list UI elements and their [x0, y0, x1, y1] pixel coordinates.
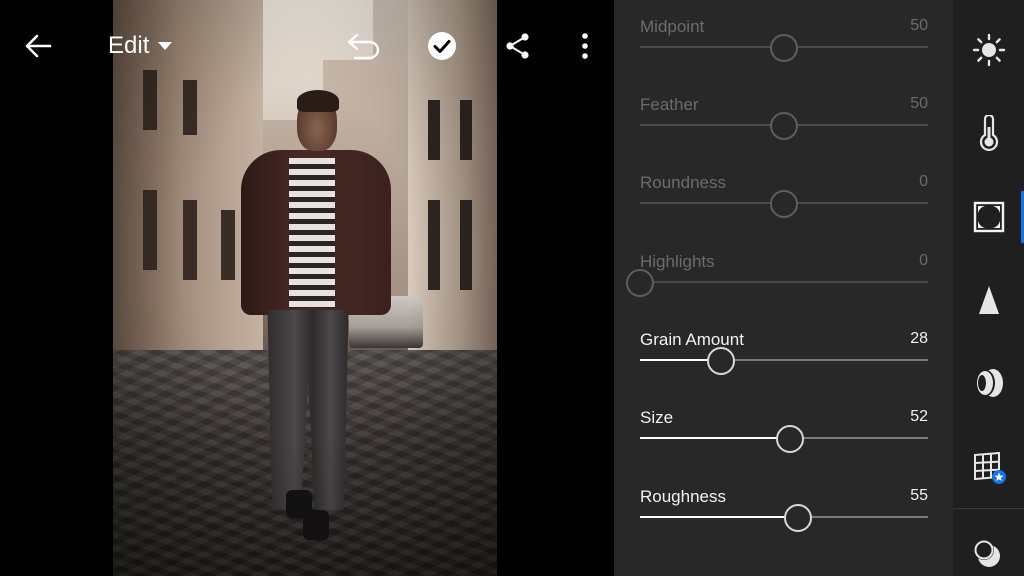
edit-tools-rail	[953, 0, 1024, 576]
more-vertical-icon	[582, 33, 588, 59]
more-options-button[interactable]	[572, 24, 598, 68]
slider-thumb[interactable]	[770, 34, 798, 62]
rail-item-presets[interactable]	[953, 522, 1024, 576]
slider-label: Feather	[640, 95, 699, 114]
rail-divider	[953, 508, 1024, 509]
share-button[interactable]	[502, 24, 534, 68]
rail-item-color[interactable]	[953, 103, 1024, 163]
edit-mode-dropdown[interactable]: Edit	[108, 24, 184, 68]
light-icon	[972, 33, 1005, 67]
presets-icon	[973, 540, 1000, 567]
slider-midpoint[interactable]: Midpoint 50	[640, 17, 928, 77]
geometry-icon	[973, 451, 1006, 484]
detail-icon	[978, 286, 999, 314]
slider-value: 50	[910, 17, 928, 34]
slider-value: 0	[919, 173, 928, 190]
slider-label: Roughness	[640, 487, 727, 506]
slider-fill	[640, 516, 799, 518]
slider-value: 55	[910, 487, 928, 504]
slider-value: 0	[919, 252, 928, 269]
rail-item-light[interactable]	[953, 20, 1024, 80]
slider-size[interactable]: Size 52	[640, 408, 928, 468]
undo-icon	[347, 33, 380, 60]
rail-item-optics[interactable]	[953, 353, 1024, 413]
slider-roughness[interactable]: Roughness 55	[640, 487, 928, 547]
slider-label: Grain Amount	[640, 330, 744, 349]
rail-item-geometry[interactable]	[953, 437, 1024, 497]
slider-label: Midpoint	[640, 17, 705, 36]
checkmark-icon	[428, 32, 456, 60]
slider-label: Size	[640, 408, 674, 427]
slider-thumb[interactable]	[770, 112, 798, 140]
share-icon	[506, 33, 529, 59]
undo-button[interactable]	[344, 24, 384, 68]
rail-item-detail[interactable]	[953, 270, 1024, 330]
optics-icon	[976, 369, 1003, 397]
slider-value: 52	[910, 408, 928, 425]
slider-thumb[interactable]	[706, 347, 735, 375]
slider-value: 50	[910, 95, 928, 112]
slider-fill	[640, 437, 790, 439]
slider-thumb[interactable]	[770, 190, 798, 218]
photo-canvas[interactable]: Edit	[0, 0, 614, 576]
slider-label: Highlights	[640, 252, 715, 271]
slider-track[interactable]	[640, 281, 928, 283]
slider-value: 28	[910, 330, 928, 347]
rail-item-effects[interactable]	[953, 187, 1024, 247]
edit-mode-label: Edit	[108, 32, 150, 59]
slider-grain-amount[interactable]: Grain Amount 28	[640, 330, 928, 390]
slider-thumb[interactable]	[626, 269, 654, 297]
slider-highlights[interactable]: Highlights 0	[626, 252, 928, 312]
effects-adjustment-panel: Midpoint 50 Feather 50 Roundness 0 Highl…	[614, 0, 953, 576]
color-icon	[979, 115, 998, 151]
slider-thumb[interactable]	[775, 425, 804, 453]
slider-thumb[interactable]	[784, 504, 813, 532]
slider-feather[interactable]: Feather 50	[640, 95, 928, 155]
done-button[interactable]	[424, 24, 460, 68]
slider-roundness[interactable]: Roundness 0	[640, 173, 928, 233]
slider-label: Roundness	[640, 173, 727, 192]
back-button[interactable]	[20, 24, 56, 68]
effects-icon	[973, 201, 1004, 233]
back-arrow-icon	[25, 34, 52, 58]
dropdown-caret-icon	[158, 42, 173, 50]
photo-preview[interactable]	[113, 0, 497, 576]
photo-vignette-overlay	[113, 0, 497, 576]
